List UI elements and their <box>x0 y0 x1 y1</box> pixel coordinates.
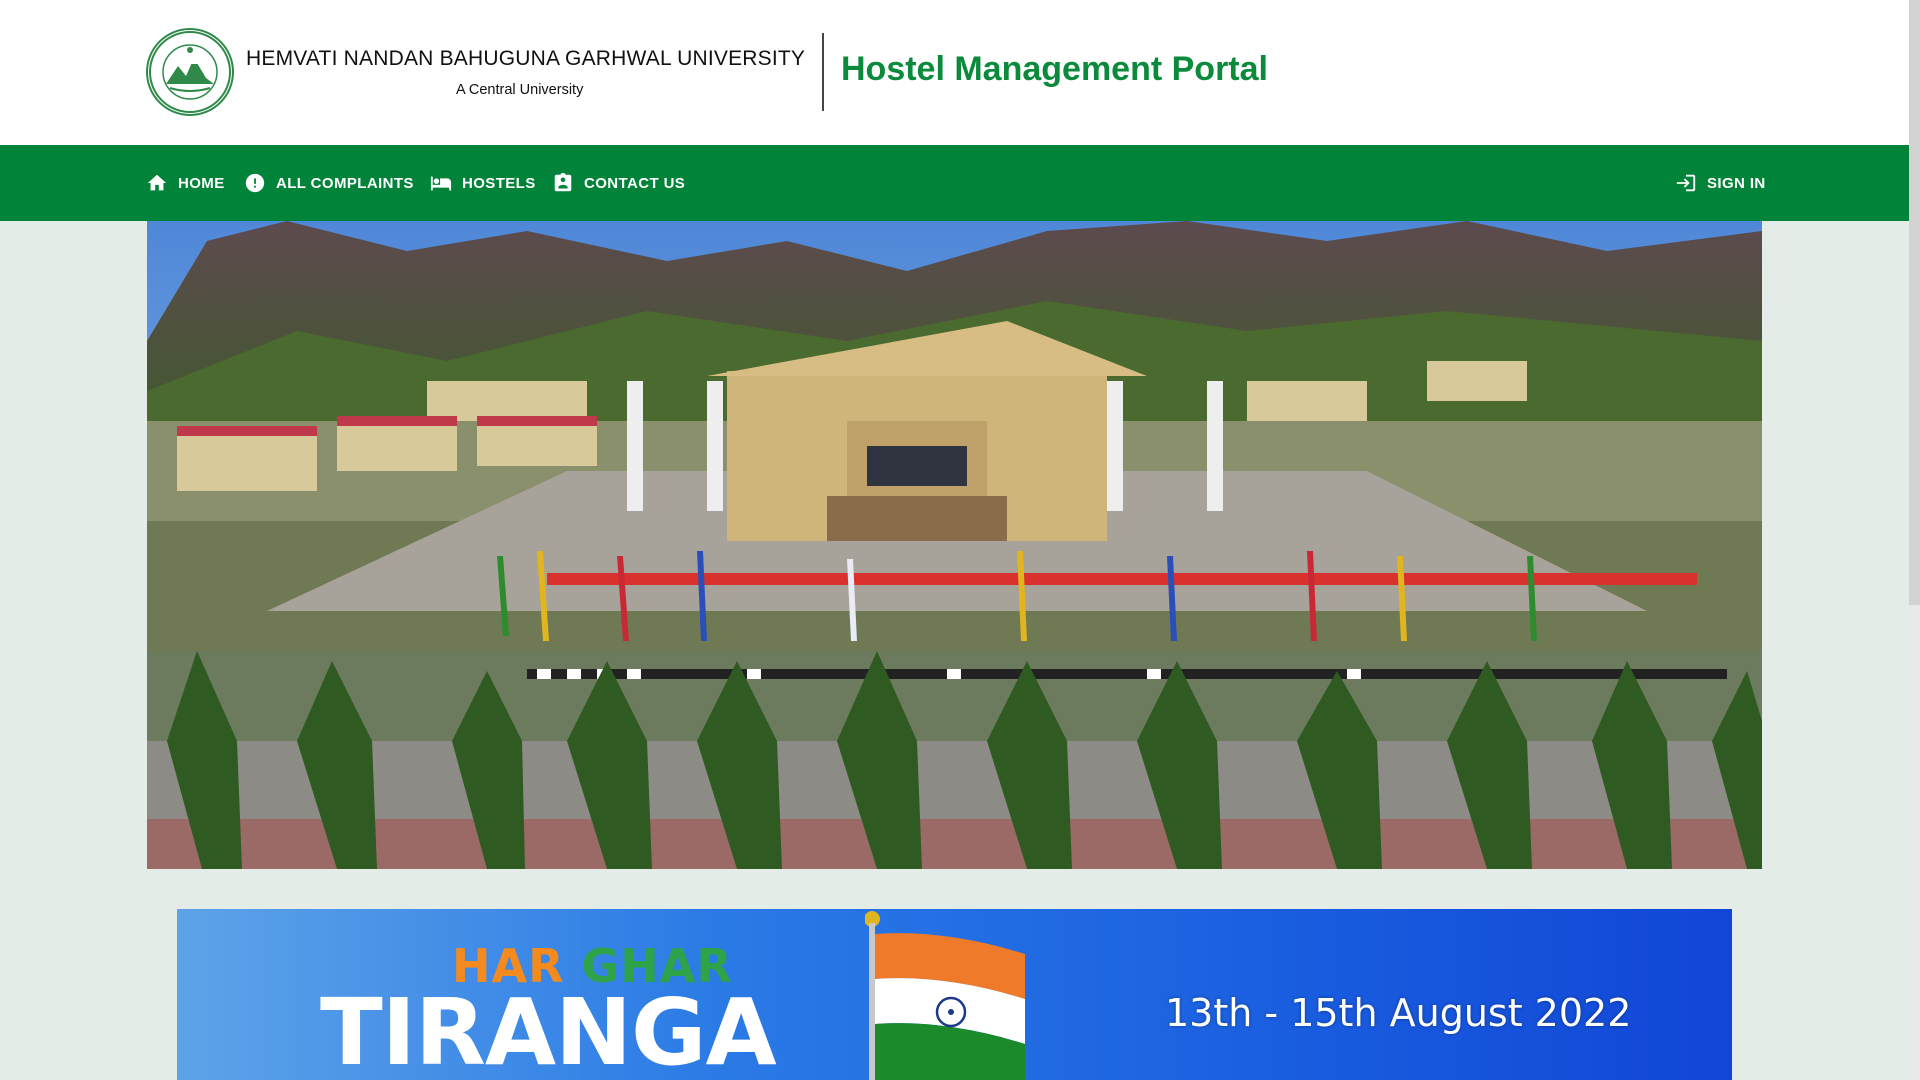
banner-tiranga: TIRANGA <box>320 979 777 1080</box>
har-ghar-tiranga-banner[interactable]: HAR GHAR TIRANGA 13th - 15th August 2022 <box>177 909 1732 1080</box>
nav-contact-us[interactable]: CONTACT US <box>552 145 685 221</box>
scrollbar-thumb[interactable] <box>1909 0 1920 605</box>
nav-sign-in-label: SIGN IN <box>1707 174 1766 192</box>
main-navbar: HOME ALL COMPLAINTS HOSTELS CONTACT US S… <box>0 145 1909 221</box>
nav-contact-us-label: CONTACT US <box>584 174 686 192</box>
login-icon <box>1676 174 1696 192</box>
alert-circle-icon <box>245 173 265 193</box>
nav-all-complaints[interactable]: ALL COMPLAINTS <box>244 145 414 221</box>
nav-hostels[interactable]: HOSTELS <box>430 145 536 221</box>
campus-aerial-illustration <box>147 221 1762 869</box>
nav-home-label: HOME <box>178 174 225 192</box>
banner-dates: 13th - 15th August 2022 <box>1165 991 1632 1035</box>
header-divider <box>822 33 824 111</box>
bed-icon <box>430 176 452 191</box>
nav-all-complaints-label: ALL COMPLAINTS <box>276 174 414 192</box>
nav-hostels-label: HOSTELS <box>462 174 536 192</box>
contact-card-icon <box>554 172 572 192</box>
campus-hero-image <box>147 221 1762 869</box>
nav-sign-in[interactable]: SIGN IN <box>1675 145 1766 221</box>
university-logo[interactable] <box>146 28 234 116</box>
indian-flag-icon <box>865 911 1025 1080</box>
home-icon <box>147 174 167 191</box>
nav-home[interactable]: HOME <box>146 145 225 221</box>
university-subtitle: A Central University <box>456 82 584 98</box>
portal-title: Hostel Management Portal <box>841 50 1268 88</box>
site-header: HEMVATI NANDAN BAHUGUNA GARHWAL UNIVERSI… <box>0 0 1909 145</box>
university-name: HEMVATI NANDAN BAHUGUNA GARHWAL UNIVERSI… <box>246 47 806 70</box>
university-seal-icon <box>149 31 231 113</box>
